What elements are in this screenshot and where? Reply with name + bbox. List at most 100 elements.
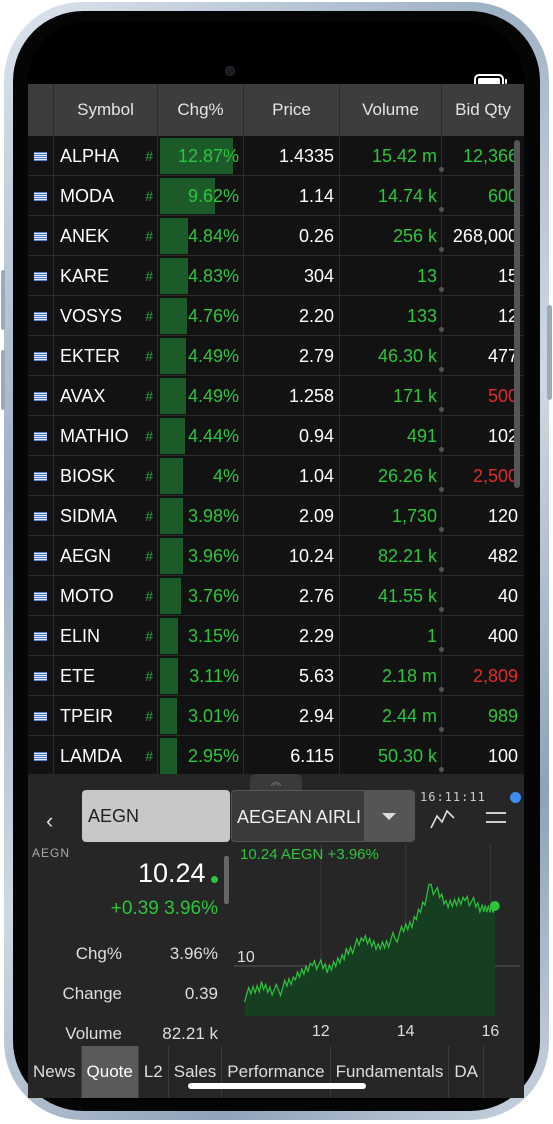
table-row[interactable]: MATHIO #4.44% 0.94 491 102 (28, 415, 524, 456)
table-row[interactable]: VOSYS #4.76% 2.20 133 12 (28, 295, 524, 336)
camera-icon (225, 66, 235, 76)
symbol-cell[interactable]: MODA # (54, 175, 158, 216)
chg-bar (160, 257, 188, 294)
price-cell: 10.24 (244, 535, 340, 576)
header-symbol[interactable]: Symbol (54, 84, 158, 136)
depth-grid-icon[interactable]: # (145, 216, 153, 256)
dropdown-arrow-icon[interactable] (364, 791, 414, 841)
symbol-cell[interactable]: KARE # (54, 255, 158, 296)
table-row[interactable]: ANEK #4.84% 0.26 256 k 268,000 (28, 215, 524, 256)
greece-flag-icon (34, 271, 47, 281)
home-indicator[interactable] (188, 1083, 366, 1089)
volume-text: 41.55 k (377, 585, 437, 606)
table-row[interactable]: MODA #9.62% 1.14 14.74 k 600 (28, 175, 524, 216)
tab-news[interactable]: News (28, 1046, 82, 1098)
depth-grid-icon[interactable]: # (145, 336, 153, 376)
chg-text: 12.87% (177, 145, 239, 166)
table-row[interactable]: TPEIR #3.01% 2.94 2.44 m 989 (28, 695, 524, 736)
tab-l2[interactable]: L2 (139, 1046, 169, 1098)
chg-text: 3.11% (189, 665, 239, 686)
table-row[interactable]: AEGN #3.96% 10.24 82.21 k 482 (28, 535, 524, 576)
depth-grid-icon[interactable]: # (145, 496, 153, 536)
symbol-cell[interactable]: BIOSK # (54, 455, 158, 496)
table-row[interactable]: ETE #3.11% 5.63 2.18 m 2,809 (28, 655, 524, 696)
tab-performance[interactable]: Performance (222, 1046, 331, 1098)
volume-text: 15.42 m (371, 145, 437, 166)
depth-grid-icon[interactable]: # (145, 616, 153, 656)
depth-grid-icon[interactable]: # (145, 456, 153, 496)
table-row[interactable]: BIOSK #4% 1.04 26.26 k 2,500 (28, 455, 524, 496)
depth-grid-icon[interactable]: # (145, 656, 153, 696)
depth-grid-icon[interactable]: # (145, 176, 153, 216)
chart-type-icon[interactable] (430, 808, 456, 830)
depth-grid-icon[interactable]: # (145, 376, 153, 416)
symbol-cell[interactable]: MOTO # (54, 575, 158, 616)
symbol-cell[interactable]: TPEIR # (54, 695, 158, 736)
table-row[interactable]: EKTER #4.49% 2.79 46.30 k 477 (28, 335, 524, 376)
quote-scrollbar[interactable] (224, 856, 229, 904)
menu-icon[interactable] (486, 812, 506, 830)
chg-cell: 3.01% (158, 695, 244, 736)
table-row[interactable]: ALPHA #12.87% 1.4335 15.42 m 12,366 (28, 135, 524, 176)
symbol-cell[interactable]: ELIN # (54, 615, 158, 656)
table-row[interactable]: KARE #4.83% 304 13 15 (28, 255, 524, 296)
depth-grid-icon[interactable]: # (145, 256, 153, 296)
volume-text: 171 k (392, 385, 437, 406)
header-price[interactable]: Price (244, 84, 340, 136)
symbol-cell[interactable]: ANEK # (54, 215, 158, 256)
symbol-cell[interactable]: ETE # (54, 655, 158, 696)
symbol-cell[interactable]: LAMDA # (54, 735, 158, 776)
chg-text: 4.44% (187, 425, 239, 446)
volume-dot (439, 566, 444, 572)
symbol-cell[interactable]: AVAX # (54, 375, 158, 416)
intraday-chart[interactable]: 12 14 16 10 10.24 AEGN +3.96% (234, 844, 520, 1042)
expand-handle-icon[interactable]: ︽ (250, 774, 302, 790)
symbol-text: ANEK (60, 225, 110, 246)
depth-grid-icon[interactable]: # (145, 696, 153, 736)
header-chg[interactable]: Chg% (158, 84, 244, 136)
x-tick-label: 12 (312, 1023, 330, 1040)
table-row[interactable]: MOTO #3.76% 2.76 41.55 k 40 (28, 575, 524, 616)
symbol-cell[interactable]: ALPHA # (54, 135, 158, 176)
company-select[interactable]: AEGEAN AIRLI (231, 790, 415, 842)
tab-quote[interactable]: Quote (81, 1046, 139, 1098)
table-row[interactable]: AVAX #4.49% 1.258 171 k 500 (28, 375, 524, 416)
symbol-cell[interactable]: MATHIO # (54, 415, 158, 456)
bid-qty-cell: 477 (487, 345, 518, 366)
symbol-input[interactable]: AEGN (82, 790, 230, 842)
table-row[interactable]: LAMDA #2.95% 6.115 50.30 k 100 (28, 735, 524, 776)
table-row[interactable]: ELIN #3.15% 2.29 1 400 (28, 615, 524, 656)
back-chevron-icon[interactable]: ‹ (46, 808, 53, 834)
tab-fundamentals[interactable]: Fundamentals (331, 1046, 450, 1098)
symbol-cell[interactable]: VOSYS # (54, 295, 158, 336)
volume-cell: 1 (340, 615, 444, 656)
depth-grid-icon[interactable]: # (145, 536, 153, 576)
tab-sales[interactable]: Sales (169, 1046, 223, 1098)
price-cell: 2.29 (244, 615, 340, 656)
y-tick-label: 10 (237, 949, 255, 966)
depth-grid-icon[interactable]: # (145, 576, 153, 616)
depth-grid-icon[interactable]: # (145, 736, 153, 776)
header-bid-qty[interactable]: Bid Qty (442, 84, 524, 136)
table-scrollbar[interactable] (514, 140, 520, 488)
price-cell: 0.26 (244, 215, 340, 256)
depth-grid-icon[interactable]: # (145, 296, 153, 336)
price-cell: 304 (244, 255, 340, 296)
chg-text: 4.83% (187, 265, 239, 286)
flag-cell (28, 695, 54, 736)
symbol-cell[interactable]: SIDMA # (54, 495, 158, 536)
table-row[interactable]: SIDMA #3.98% 2.09 1,730 120 (28, 495, 524, 536)
header-volume[interactable]: Volume (340, 84, 442, 136)
tab-da[interactable]: DA (449, 1046, 484, 1098)
volume-text: 14.74 k (377, 185, 437, 206)
symbol-cell[interactable]: AEGN # (54, 535, 158, 576)
volume-text: 491 (406, 425, 437, 446)
depth-grid-icon[interactable]: # (145, 136, 153, 176)
symbol-cell[interactable]: EKTER # (54, 335, 158, 376)
symbol-text: MODA (60, 185, 114, 206)
chg-cell: 3.11% (158, 655, 244, 696)
chg-cell: 4.76% (158, 295, 244, 336)
depth-grid-icon[interactable]: # (145, 416, 153, 456)
price-cell: 2.09 (244, 495, 340, 536)
greece-flag-icon (34, 671, 47, 681)
